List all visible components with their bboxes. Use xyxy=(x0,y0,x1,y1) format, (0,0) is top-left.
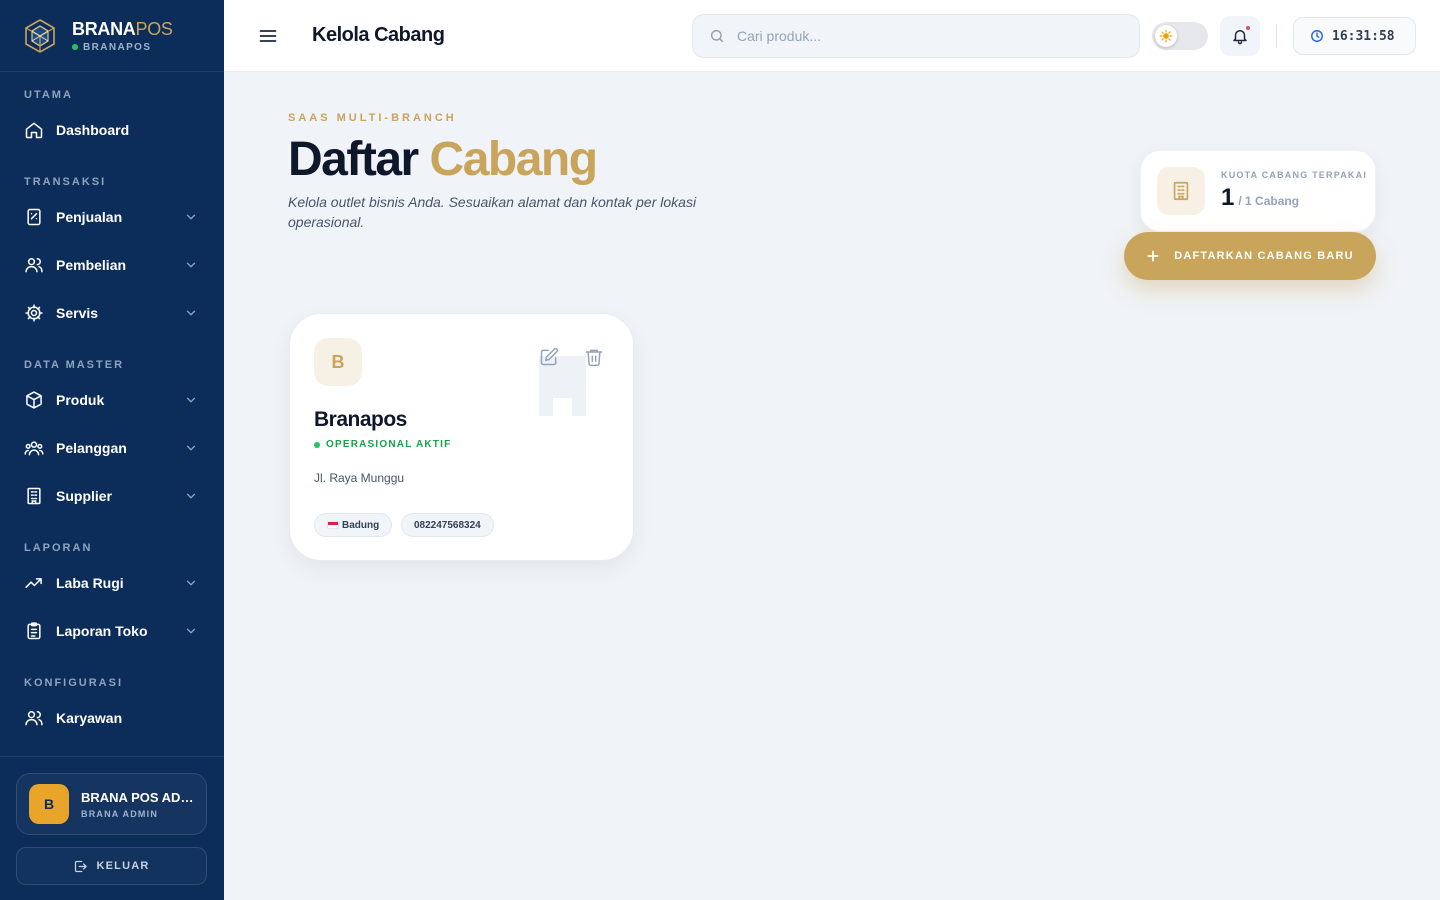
sidebar-item-label: Karyawan xyxy=(56,710,123,726)
notification-badge xyxy=(1244,24,1252,32)
box-icon xyxy=(24,390,44,410)
theme-toggle[interactable] xyxy=(1152,22,1208,50)
search-icon xyxy=(710,29,724,43)
chevron-down-icon xyxy=(186,628,196,634)
chevron-down-icon xyxy=(186,310,196,316)
clock-time: 16:31:58 xyxy=(1332,28,1395,44)
sidebar-item-pelanggan[interactable]: Pelanggan xyxy=(0,428,224,468)
branch-address: Jl. Raya Munggu xyxy=(314,471,405,485)
sidebar-item-laporan-toko[interactable]: Laporan Toko xyxy=(0,611,224,651)
sidebar-item-servis[interactable]: Servis xyxy=(0,293,224,333)
branch-name: Branapos xyxy=(314,408,407,431)
quota-total: / 1 Cabang xyxy=(1238,194,1300,208)
users-icon xyxy=(24,708,44,728)
receipt-icon xyxy=(24,207,44,227)
indonesia-flag-icon xyxy=(327,521,339,529)
clipboard-icon xyxy=(24,621,44,641)
brand[interactable]: BRANAPOS BRANAPOS xyxy=(0,0,224,72)
top-header: Kelola Cabang 16:31:58 xyxy=(224,0,1440,72)
sun-icon xyxy=(1155,25,1177,47)
user-group-icon xyxy=(24,438,44,458)
status-label: OPERASIONAL AKTIF xyxy=(326,439,452,450)
phone-chip: 082247568324 xyxy=(401,513,494,537)
page-eyebrow: SAAS MULTI-BRANCH xyxy=(288,112,457,124)
user-name: BRANA POS ADMIN xyxy=(81,789,196,805)
sidebar-item-karyawan[interactable]: Karyawan xyxy=(0,698,224,738)
notifications-button[interactable] xyxy=(1220,16,1260,56)
building-icon xyxy=(24,486,44,506)
sidebar-item-supplier[interactable]: Supplier xyxy=(0,476,224,516)
sidebar-item-label: Supplier xyxy=(56,488,113,504)
page-title: Kelola Cabang xyxy=(312,24,445,46)
quota-used: 1 xyxy=(1221,184,1235,211)
menu-icon[interactable] xyxy=(258,26,278,46)
branch-card[interactable]: B Branapos OPERASIONAL AKTIF Jl. Raya Mu… xyxy=(289,313,634,561)
gear-icon xyxy=(24,303,44,323)
home-icon xyxy=(24,120,44,140)
sidebar-item-label: Penjualan xyxy=(56,209,123,225)
quota-card: KUOTA CABANG TERPAKAI 1 / 1 Cabang xyxy=(1140,150,1376,232)
sidebar-item-label: Produk xyxy=(56,392,105,408)
sidebar-item-pembelian[interactable]: Pembelian xyxy=(0,245,224,285)
user-role: BRANA ADMIN xyxy=(81,808,159,819)
chevron-down-icon xyxy=(186,262,196,268)
brand-name: BRANAPOS xyxy=(72,18,173,39)
sidebar-item-label: Dashboard xyxy=(56,122,130,138)
sidebar: BRANAPOS BRANAPOS UTAMA Dashboard TRANSA… xyxy=(0,0,224,900)
logout-button[interactable]: KELUAR xyxy=(16,847,207,885)
sidebar-item-produk[interactable]: Produk xyxy=(0,380,224,420)
quota-label: KUOTA CABANG TERPAKAI xyxy=(1221,170,1368,180)
clock-icon xyxy=(1311,30,1323,42)
sidebar-item-penjualan[interactable]: Penjualan xyxy=(0,197,224,237)
search-input[interactable] xyxy=(737,28,1097,44)
add-branch-label: DAFTARKAN CABANG BARU xyxy=(1174,250,1354,262)
quota-value: 1 / 1 Cabang xyxy=(1221,184,1367,212)
sidebar-item-dashboard[interactable]: Dashboard xyxy=(0,110,224,150)
sidebar-item-label: Pembelian xyxy=(56,257,127,273)
sidebar-item-label: Pelanggan xyxy=(56,440,127,456)
user-profile-card[interactable]: B BRANA POS ADMIN BRANA ADMIN xyxy=(16,773,207,835)
avatar: B xyxy=(29,784,69,824)
edit-icon[interactable] xyxy=(539,347,559,367)
trending-up-icon xyxy=(24,573,44,593)
building-icon xyxy=(1157,167,1205,215)
section-utama: UTAMA xyxy=(24,89,73,101)
plus-icon xyxy=(1147,250,1159,262)
chevron-down-icon xyxy=(186,397,196,403)
chevron-down-icon xyxy=(186,493,196,499)
hero-title: Daftar Cabang xyxy=(288,133,598,186)
sidebar-footer: B BRANA POS ADMIN BRANA ADMIN KELUAR xyxy=(0,756,224,900)
city-label: Badung xyxy=(342,519,380,531)
trash-icon[interactable] xyxy=(584,347,604,367)
status-badge: OPERASIONAL AKTIF xyxy=(314,439,451,450)
add-branch-button[interactable]: DAFTARKAN CABANG BARU xyxy=(1124,232,1376,280)
sidebar-item-label: Laba Rugi xyxy=(56,575,124,591)
section-data-master: DATA MASTER xyxy=(24,359,125,371)
status-dot xyxy=(314,441,320,448)
logout-label: KELUAR xyxy=(96,860,150,872)
sidebar-item-laba-rugi[interactable]: Laba Rugi xyxy=(0,563,224,603)
users-icon xyxy=(24,255,44,275)
chevron-down-icon xyxy=(186,445,196,451)
sidebar-item-label: Laporan Toko xyxy=(56,623,148,639)
branch-avatar: B xyxy=(314,338,362,386)
logout-icon xyxy=(75,860,88,872)
section-laporan: LAPORAN xyxy=(24,542,93,554)
clock: 16:31:58 xyxy=(1293,17,1416,55)
hero-description: Kelola outlet bisnis Anda. Sesuaikan ala… xyxy=(288,194,697,230)
online-dot xyxy=(72,44,78,50)
section-konfigurasi: KONFIGURASI xyxy=(24,677,123,689)
sidebar-item-label: Servis xyxy=(56,305,99,321)
brand-subtitle: BRANAPOS xyxy=(72,42,173,53)
chevron-down-icon xyxy=(186,214,196,220)
brand-logo-icon xyxy=(25,18,55,53)
divider xyxy=(1276,24,1277,48)
phone-label: 082247568324 xyxy=(414,519,481,531)
chevron-down-icon xyxy=(186,580,196,586)
city-chip: Badung xyxy=(314,513,393,537)
section-transaksi: TRANSAKSI xyxy=(24,176,107,188)
search-bar[interactable] xyxy=(692,14,1140,58)
